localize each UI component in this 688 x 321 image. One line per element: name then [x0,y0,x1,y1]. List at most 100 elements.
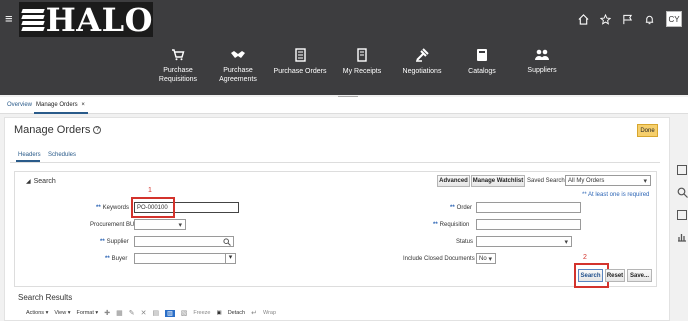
keywords-label: ** Keywords [96,205,129,211]
home-icon[interactable] [578,13,589,25]
export-icon[interactable]: ▤ [152,309,159,317]
dropdown-arrow-icon[interactable]: ▾ [225,253,235,264]
save-button[interactable]: Save... [627,269,652,282]
requisition-label-text: Requisition [439,222,470,228]
required-marker: ** [100,239,105,245]
star-icon[interactable] [600,13,611,25]
done-button[interactable]: Done [637,124,658,137]
order-label-text: Order [456,205,473,211]
logo-mark-icon [21,5,45,35]
header-icons: CY [578,11,682,27]
view-menu[interactable]: View ▾ [54,310,70,316]
brand-logo[interactable]: HALO [19,2,153,37]
avatar[interactable]: CY [666,11,682,27]
help-icon[interactable]: ? [93,126,102,135]
handshake-icon [231,51,245,58]
procurement-bu-select[interactable] [134,219,186,230]
brand-name: HALO [45,0,153,39]
required-marker: ** [96,205,101,211]
manage-watchlist-button[interactable]: Manage Watchlist [471,175,525,187]
nav-label: Purchase Requisitions [158,67,198,83]
view-label: View [54,310,67,316]
flag-icon[interactable] [622,14,633,25]
freeze-icon[interactable]: ▧ [181,309,188,317]
gavel-icon [416,48,429,62]
results-title: Search Results [18,293,73,302]
buyer-label: ** Buyer [105,256,127,262]
status-label: Status [456,239,474,245]
search-icon[interactable] [677,187,688,198]
table-icon[interactable] [677,210,687,220]
divider [10,162,660,163]
nav-purchase-orders[interactable]: Purchase Orders [270,48,330,84]
detach-label[interactable]: Detach [228,310,245,316]
nav-suppliers[interactable]: Suppliers [514,48,570,84]
subtab-headers[interactable]: Headers [18,152,41,158]
supplier-input[interactable] [134,236,234,247]
nav-purchase-agreements[interactable]: Purchase Agreements [210,48,266,84]
tab-manage-orders[interactable]: Manage Orders × [36,102,85,108]
actions-menu[interactable]: Actions ▾ [26,310,48,316]
buyer-input[interactable]: ▾ [134,253,236,264]
nav-label: Catalogs [468,68,496,75]
page-title-text: Manage Orders [14,124,91,136]
saved-search-select[interactable]: All My Orders [565,175,651,186]
tasks-icon[interactable] [677,165,687,175]
page-title: Manage Orders? [14,124,102,136]
supplier-label-text: Supplier [106,239,129,245]
collapse-icon[interactable]: ◢ [26,179,31,185]
edit-icon[interactable]: ✎ [129,309,135,317]
query-by-example-icon[interactable]: ▥ [165,309,175,317]
nav-negotiations[interactable]: Negotiations [394,48,450,84]
people-icon [535,49,549,60]
chart-icon[interactable] [677,232,687,242]
supplier-label: ** Supplier [100,239,129,245]
tab-overview[interactable]: Overview [7,102,32,108]
required-marker: ** [105,256,110,262]
document-icon [294,48,306,62]
global-header: ≡ HALO CY Purchase Requisitions Purchase… [0,0,688,95]
search-title: Search [33,178,56,185]
results-toolbar: Actions ▾ View ▾ Format ▾ ✚ ▦ ✎ ✕ ▤ ▥ ▧ … [26,309,276,317]
actions-label: Actions [26,310,45,316]
required-marker: ** [450,205,455,211]
delete-icon[interactable]: ✕ [141,309,147,317]
freeze-label[interactable]: Freeze [193,310,210,316]
side-panel-rail [676,165,688,242]
order-input[interactable] [476,202,581,213]
advanced-button[interactable]: Advanced [437,175,470,187]
nav-my-receipts[interactable]: My Receipts [334,48,390,84]
reset-button[interactable]: Reset [605,269,625,282]
search-header[interactable]: ◢ Search [26,178,56,185]
buyer-label-text: Buyer [111,256,128,262]
nav-purchase-requisitions[interactable]: Purchase Requisitions [150,48,206,84]
nav-label: Purchase Orders [273,68,327,75]
view-details-icon[interactable]: ▦ [116,309,123,317]
subtab-schedules[interactable]: Schedules [48,152,76,158]
active-tab-indicator [34,112,88,114]
nav-label: My Receipts [342,68,382,75]
include-closed-label: Include Closed Documents [403,256,475,262]
keywords-label-text: Keywords [102,205,130,211]
wrap-label[interactable]: Wrap [263,310,276,316]
close-icon[interactable]: × [81,102,85,108]
hamburger-menu-icon[interactable]: ≡ [5,11,13,26]
required-note: ** At least one is required [582,192,650,198]
search-icon[interactable] [223,238,231,246]
format-menu[interactable]: Format ▾ [76,310,98,316]
callout-number-1: 1 [148,187,152,194]
wrap-icon[interactable]: ↵ [251,309,257,317]
callout-box-search [574,263,609,288]
requisition-input[interactable] [476,219,581,230]
callout-box-keywords [131,197,175,218]
include-closed-select[interactable]: No [476,253,496,264]
bell-icon[interactable] [644,14,655,25]
nav-catalogs[interactable]: Catalogs [454,48,510,84]
status-select[interactable] [476,236,572,247]
detach-icon[interactable]: ▣ [216,310,221,316]
tab-label: Manage Orders [36,102,78,108]
nav-label: Negotiations [402,68,442,75]
add-icon[interactable]: ✚ [104,309,110,317]
requisition-label: ** Requisition [433,222,469,228]
receipt-icon [357,48,367,62]
